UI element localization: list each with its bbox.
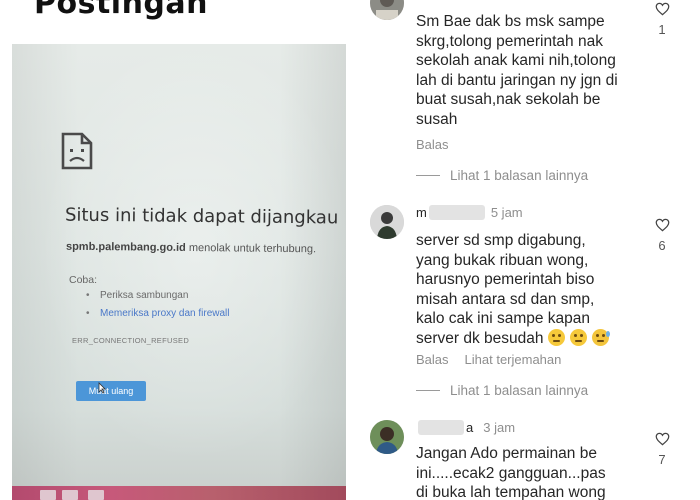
like-count: 1 xyxy=(658,22,666,37)
try-label: Coba: xyxy=(69,274,98,286)
avatar-photo-icon xyxy=(370,420,404,454)
suggestions-list: Periksa sambungan Memeriksa proxy dan fi… xyxy=(86,290,230,326)
comment-text: Sm Bae dak bs msk sampe skrg,tolong peme… xyxy=(416,12,618,129)
comment-line: yang bukak ribuan wong, xyxy=(416,251,589,269)
comment-line: Jangan Ado permainan be xyxy=(416,445,597,462)
comment-username[interactable]: m 5 jam xyxy=(416,205,523,220)
username-redaction xyxy=(418,420,464,435)
comment-line: di buka lah tempahan wong xyxy=(416,484,606,500)
error-code: ERR_CONNECTION_REFUSED xyxy=(72,336,190,345)
comment-line: sekolah anak kami nih,tolong xyxy=(416,52,616,69)
heart-icon[interactable] xyxy=(655,2,670,16)
like-count: 6 xyxy=(658,238,666,253)
comment-line: buat susah,nak sekolah be xyxy=(416,91,601,108)
comment-line: ini.....ecak2 gangguan...pas xyxy=(416,464,606,482)
taskbar xyxy=(12,486,346,500)
error-message: menolak untuk terhubung. xyxy=(188,241,317,256)
suggestion-check-proxy-link[interactable]: Memeriksa proxy dan firewall xyxy=(86,308,230,319)
comment-line: misah antara sd dan smp, xyxy=(416,290,595,308)
like-column: 1 xyxy=(648,2,676,37)
comment-line: susah xyxy=(416,110,458,128)
error-domain: spmb.palembang.go.id xyxy=(65,240,186,254)
photo-shading xyxy=(12,44,346,500)
username-visible-part: a xyxy=(466,420,474,435)
comment-line: server dk besudah xyxy=(416,328,611,349)
heart-icon[interactable] xyxy=(655,432,670,446)
replies-divider xyxy=(416,175,440,176)
error-title: Situs ini tidak dapat dijangkau xyxy=(64,204,339,229)
taskbar-app-icon[interactable] xyxy=(62,490,78,500)
avatar[interactable] xyxy=(370,420,404,454)
avatar[interactable] xyxy=(370,0,404,20)
like-column: 7 xyxy=(648,432,676,467)
sad-sweat-emoji-icon xyxy=(592,328,611,346)
reply-button[interactable]: Balas xyxy=(416,352,449,367)
view-replies-label: Lihat 1 balasan lainnya xyxy=(450,383,589,398)
username-visible-part: m xyxy=(416,205,427,220)
avatar-photo-icon xyxy=(370,205,404,239)
comment-username[interactable]: a 3 jam xyxy=(416,420,515,435)
comment-time: 5 jam xyxy=(490,205,523,220)
comment-line: Sm Bae dak bs msk sampe xyxy=(416,13,605,30)
translate-button[interactable]: Lihat terjemahan xyxy=(465,352,562,367)
taskbar-app-icon[interactable] xyxy=(88,490,104,500)
sad-document-icon xyxy=(61,132,93,170)
comment-text: Jangan Ado permainan be ini.....ecak2 ga… xyxy=(416,444,606,500)
smile-emoji-icon xyxy=(570,328,588,346)
comment-time: 3 jam xyxy=(483,420,516,435)
comment-actions: Balas Lihat terjemahan xyxy=(416,352,561,367)
taskbar-app-icon[interactable] xyxy=(40,490,56,500)
post-title: Postingan xyxy=(34,0,209,21)
comment-line: kalo cak ini sampe kapan xyxy=(416,310,591,327)
like-column: 6 xyxy=(648,218,676,253)
replies-divider xyxy=(416,390,440,391)
view-replies[interactable]: Lihat 1 balasan lainnya xyxy=(416,383,588,398)
mouse-cursor-icon xyxy=(98,382,106,394)
post-photo[interactable]: Situs ini tidak dapat dijangkau spmb.pal… xyxy=(12,44,346,500)
reply-button[interactable]: Balas xyxy=(416,137,449,152)
avatar-photo-icon xyxy=(370,0,404,20)
comments-panel: Sm Bae dak bs msk sampe skrg,tolong peme… xyxy=(360,0,700,500)
comment-line-text: server dk besudah xyxy=(416,329,544,347)
comment-line: harusnyo pemerintah biso xyxy=(416,271,595,288)
like-count: 7 xyxy=(658,452,666,467)
reload-button[interactable]: Muat ulang xyxy=(76,381,146,401)
view-replies[interactable]: Lihat 1 balasan lainnya xyxy=(416,168,588,183)
comment-line: lah di bantu jaringan ny jgn di xyxy=(416,71,618,89)
comment-actions: Balas xyxy=(416,137,449,152)
view-replies-label: Lihat 1 balasan lainnya xyxy=(450,168,589,183)
comment-text: server sd smp digabung, yang bukak ribua… xyxy=(416,231,611,349)
heart-icon[interactable] xyxy=(655,218,670,232)
smile-emoji-icon xyxy=(547,328,565,346)
avatar[interactable] xyxy=(370,205,404,239)
username-redaction xyxy=(428,205,485,220)
suggestion-check-connection: Periksa sambungan xyxy=(86,290,230,301)
comment-line: skrg,tolong pemerintah nak xyxy=(416,32,603,50)
comment-line: server sd smp digabung, xyxy=(416,232,586,249)
